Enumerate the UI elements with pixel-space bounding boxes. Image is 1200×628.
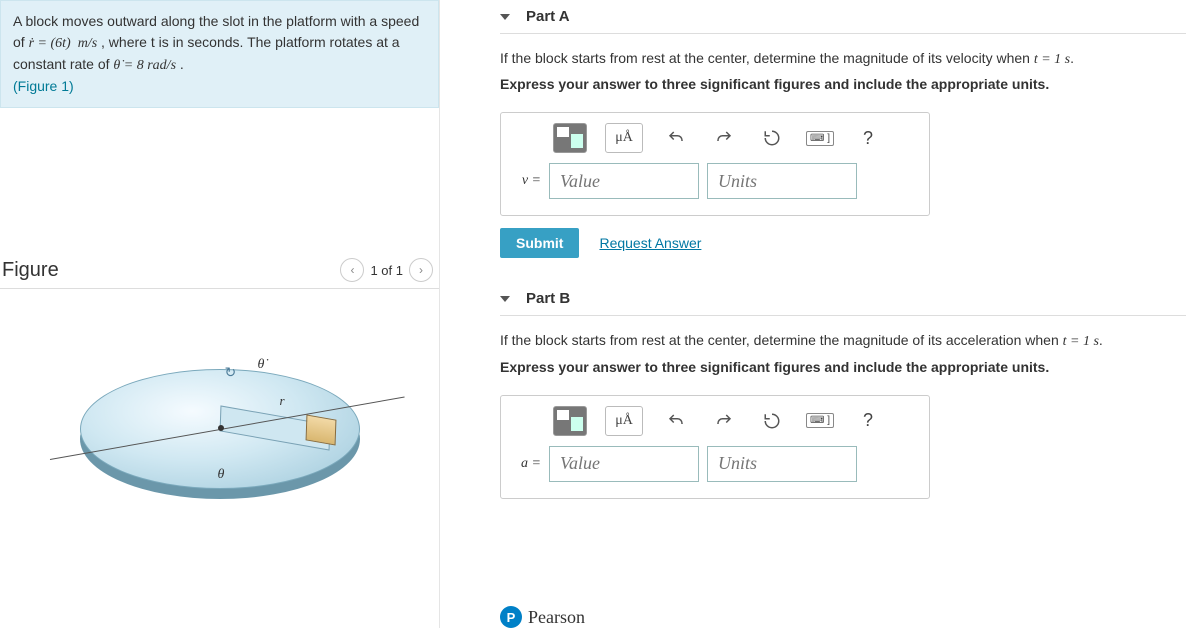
part-b-instruction: Express your answer to three significant… <box>500 359 1186 375</box>
part-a-instruction: Express your answer to three significant… <box>500 76 1186 92</box>
figure-reference-link[interactable]: (Figure 1) <box>13 78 74 94</box>
theta-dot-label: θ̇ <box>258 357 265 373</box>
part-a-header[interactable]: Part A <box>500 0 1186 34</box>
units-symbol-button[interactable]: μÅ <box>605 406 643 436</box>
part-b-value-input[interactable] <box>549 446 699 482</box>
part-b-title: Part B <box>526 290 570 307</box>
part-b-prompt: If the block starts from rest at the cen… <box>500 330 1186 352</box>
figure-header: Figure ‹ 1 of 1 › <box>0 248 439 289</box>
part-a-title: Part A <box>526 8 570 25</box>
help-icon[interactable]: ? <box>853 406 883 436</box>
part-b-answer-panel: μÅ ⌨ ] ? a = <box>500 395 930 499</box>
problem-text-3: . <box>180 56 184 72</box>
part-b-header[interactable]: Part B <box>500 282 1186 316</box>
collapse-icon <box>500 14 510 20</box>
collapse-icon <box>500 296 510 302</box>
brand-footer: P Pearson <box>500 606 585 628</box>
template-picker-icon[interactable] <box>553 123 587 153</box>
figure-prev-button[interactable]: ‹ <box>340 258 364 282</box>
redo-icon[interactable] <box>709 123 739 153</box>
figure-next-button[interactable]: › <box>409 258 433 282</box>
part-a-variable: v = <box>515 173 541 189</box>
part-a-request-answer-link[interactable]: Request Answer <box>599 235 701 251</box>
keyboard-shortcuts-icon[interactable]: ⌨ ] <box>805 406 835 436</box>
redo-icon[interactable] <box>709 406 739 436</box>
part-a-value-input[interactable] <box>549 163 699 199</box>
figure-image: ↻ θ̇ θ r <box>0 289 439 569</box>
part-a-submit-button[interactable]: Submit <box>500 228 579 258</box>
units-symbol-button[interactable]: μÅ <box>605 123 643 153</box>
undo-icon[interactable] <box>661 406 691 436</box>
rdot-expression: ṙ = (6t) m/s <box>29 36 98 51</box>
reset-icon[interactable] <box>757 406 787 436</box>
problem-statement: A block moves outward along the slot in … <box>0 0 439 108</box>
help-icon[interactable]: ? <box>853 123 883 153</box>
thetadot-expression: θ̇ = 8 rad/s <box>113 58 176 73</box>
r-label: r <box>280 393 285 409</box>
reset-icon[interactable] <box>757 123 787 153</box>
figure-heading: Figure <box>2 259 59 282</box>
block-shape <box>305 414 336 445</box>
part-a-answer-panel: μÅ ⌨ ] ? v = <box>500 112 930 216</box>
part-b-variable: a = <box>515 456 541 472</box>
part-a-units-input[interactable] <box>707 163 857 199</box>
pearson-logo-icon: P <box>500 606 522 628</box>
keyboard-shortcuts-icon[interactable]: ⌨ ] <box>805 123 835 153</box>
template-picker-icon[interactable] <box>553 406 587 436</box>
part-a-prompt: If the block starts from rest at the cen… <box>500 48 1186 70</box>
theta-label: θ <box>218 467 225 483</box>
rotation-arrow-icon: ↻ <box>225 364 237 381</box>
part-b-units-input[interactable] <box>707 446 857 482</box>
brand-name: Pearson <box>528 607 585 628</box>
figure-nav-label: 1 of 1 <box>370 263 403 278</box>
undo-icon[interactable] <box>661 123 691 153</box>
